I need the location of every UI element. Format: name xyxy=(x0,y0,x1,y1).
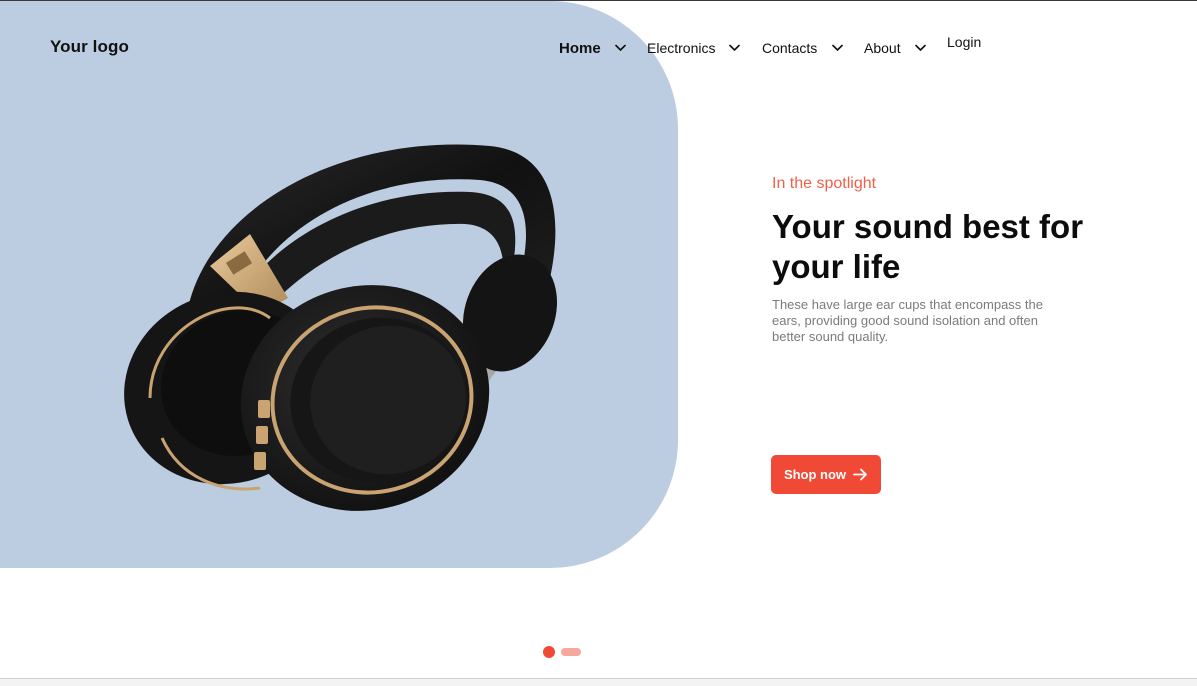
nav-item-label: About xyxy=(864,40,901,56)
nav-item-about[interactable]: About xyxy=(864,36,901,60)
nav-item-home[interactable]: Home xyxy=(559,36,601,60)
chevron-down-icon[interactable] xyxy=(915,44,926,52)
nav-item-label: Contacts xyxy=(762,40,818,56)
chevron-down-icon[interactable] xyxy=(832,44,843,52)
nav-item-label: Home xyxy=(559,39,601,57)
hero-eyebrow: In the spotlight xyxy=(772,175,877,192)
site-logo[interactable]: Your logo xyxy=(50,37,129,57)
nav-item-contacts[interactable]: Contacts xyxy=(762,36,817,60)
carousel-dot-active[interactable] xyxy=(543,646,555,658)
nav-item-electronics[interactable]: Electronics xyxy=(647,36,715,60)
login-link[interactable]: Login xyxy=(947,34,981,50)
hero-title: Your sound best for your life xyxy=(772,208,1084,285)
carousel-dot[interactable] xyxy=(561,648,581,656)
shop-now-button[interactable]: Shop now xyxy=(771,455,881,494)
nav-item-label: Electronics xyxy=(647,40,716,56)
chevron-down-icon[interactable] xyxy=(729,44,740,52)
chevron-down-icon[interactable] xyxy=(615,44,626,52)
hero-description: These have large ear cups that encompass… xyxy=(772,297,1043,344)
window-bottom-border xyxy=(0,678,1197,686)
shop-now-label: Shop now xyxy=(783,467,847,482)
arrow-right-icon xyxy=(853,468,868,481)
headphones-image xyxy=(110,138,570,518)
